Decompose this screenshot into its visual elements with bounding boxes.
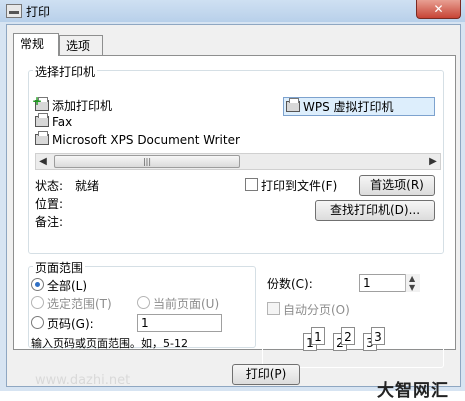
tab-options[interactable]: 选项 bbox=[59, 35, 103, 56]
page-range-group: 页面范围 全部(L) 选定范围(T) 当前页面(U) 页码(G): 1 输入页码… bbox=[28, 259, 256, 350]
status-value: 就绪 bbox=[75, 179, 100, 193]
printer-item-label: Microsoft XPS Document Writer bbox=[52, 133, 240, 147]
printer-item-label: Fax bbox=[52, 115, 73, 129]
status-label: 状态: bbox=[35, 179, 64, 193]
collate-sheet: 3 bbox=[371, 327, 385, 345]
range-current-label: 当前页面(U) bbox=[153, 297, 220, 311]
general-panel: 选择打印机 添加打印机 WPS 虚拟打印机 Fax Microsoft XPS … bbox=[13, 55, 456, 368]
print-to-file-label: 打印到文件(F) bbox=[261, 179, 338, 193]
spin-up-icon[interactable]: ▲ bbox=[409, 275, 415, 283]
fax-icon bbox=[35, 113, 49, 127]
watermark-logo: www.dazhi.net bbox=[35, 373, 131, 388]
range-all-option[interactable]: 全部(L) bbox=[31, 277, 87, 294]
dialog-client: 常规 选项 选择打印机 添加打印机 WPS 虚拟打印机 Fax bbox=[6, 24, 461, 388]
collate-sheet: 2 bbox=[341, 327, 355, 345]
pages-input[interactable]: 1 bbox=[137, 314, 222, 332]
select-printer-group: 选择打印机 添加打印机 WPS 虚拟打印机 Fax Microsoft XPS … bbox=[28, 63, 444, 254]
printer-item-label: WPS 虚拟打印机 bbox=[303, 100, 394, 114]
copies-stepper[interactable]: ▲ ▼ bbox=[405, 274, 420, 292]
scroll-left-icon[interactable]: ◀ bbox=[36, 154, 50, 169]
collate-label: 自动分页(O) bbox=[283, 303, 350, 317]
comment-label: 备注: bbox=[35, 215, 64, 229]
print-to-file-option[interactable]: 打印到文件(F) bbox=[245, 177, 337, 194]
collate-checkbox[interactable] bbox=[267, 302, 280, 315]
find-printer-button[interactable]: 查找打印机(D)... bbox=[315, 200, 435, 221]
location-label: 位置: bbox=[35, 197, 64, 211]
printer-item-label: 添加打印机 bbox=[52, 99, 113, 113]
printer-icon bbox=[35, 131, 49, 145]
tab-general[interactable]: 常规 bbox=[13, 33, 59, 56]
range-pages-label: 页码(G): bbox=[47, 317, 94, 331]
add-printer-icon bbox=[32, 94, 49, 111]
copies-label: 份数(C): bbox=[267, 277, 313, 291]
range-current-option[interactable]: 当前页面(U) bbox=[137, 295, 219, 312]
printer-item-fax[interactable]: Fax bbox=[35, 113, 73, 129]
range-current-radio[interactable] bbox=[137, 296, 150, 309]
printer-list-scrollbar[interactable]: ◀ ||| ▶ bbox=[35, 153, 441, 170]
copies-input[interactable]: 1 bbox=[359, 274, 406, 292]
print-to-file-checkbox[interactable] bbox=[245, 178, 258, 191]
printer-item-add[interactable]: 添加打印机 bbox=[32, 94, 113, 114]
range-selection-option[interactable]: 选定范围(T) bbox=[31, 295, 112, 312]
page-range-hint: 输入页码或页面范围。如，5-12 bbox=[31, 337, 188, 350]
brand-watermark: 大智网汇 bbox=[377, 381, 449, 401]
copies-area: 份数(C): 1 ▲ ▼ 自动分页(O) 1 1 2 2 3 3 bbox=[262, 266, 444, 368]
window-title: 打印 bbox=[26, 5, 51, 19]
title-bar: 打印 ✕ bbox=[0, 0, 465, 22]
range-all-radio[interactable] bbox=[31, 278, 44, 291]
select-printer-title: 选择打印机 bbox=[33, 63, 98, 80]
printer-icon bbox=[286, 98, 300, 112]
print-button[interactable]: 打印(P) bbox=[232, 364, 300, 385]
range-selection-label: 选定范围(T) bbox=[47, 297, 112, 311]
printer-item-xps[interactable]: Microsoft XPS Document Writer bbox=[35, 131, 240, 147]
printer-item-wps[interactable]: WPS 虚拟打印机 bbox=[283, 97, 435, 116]
scroll-thumb[interactable]: ||| bbox=[54, 155, 240, 168]
spin-down-icon[interactable]: ▼ bbox=[409, 284, 415, 292]
collate-sheet: 1 bbox=[311, 327, 325, 345]
window-frame: 常规 选项 选择打印机 添加打印机 WPS 虚拟打印机 Fax bbox=[0, 22, 465, 401]
page-range-title: 页面范围 bbox=[33, 259, 86, 276]
collate-option[interactable]: 自动分页(O) bbox=[267, 301, 350, 318]
range-pages-radio[interactable] bbox=[31, 316, 44, 329]
close-button[interactable]: ✕ bbox=[416, 0, 461, 19]
preferences-button[interactable]: 首选项(R) bbox=[359, 175, 435, 196]
scroll-right-icon[interactable]: ▶ bbox=[426, 154, 440, 169]
range-all-label: 全部(L) bbox=[47, 279, 88, 293]
printer-app-icon bbox=[6, 4, 22, 18]
range-selection-radio[interactable] bbox=[31, 296, 44, 309]
range-pages-option[interactable]: 页码(G): bbox=[31, 315, 94, 332]
